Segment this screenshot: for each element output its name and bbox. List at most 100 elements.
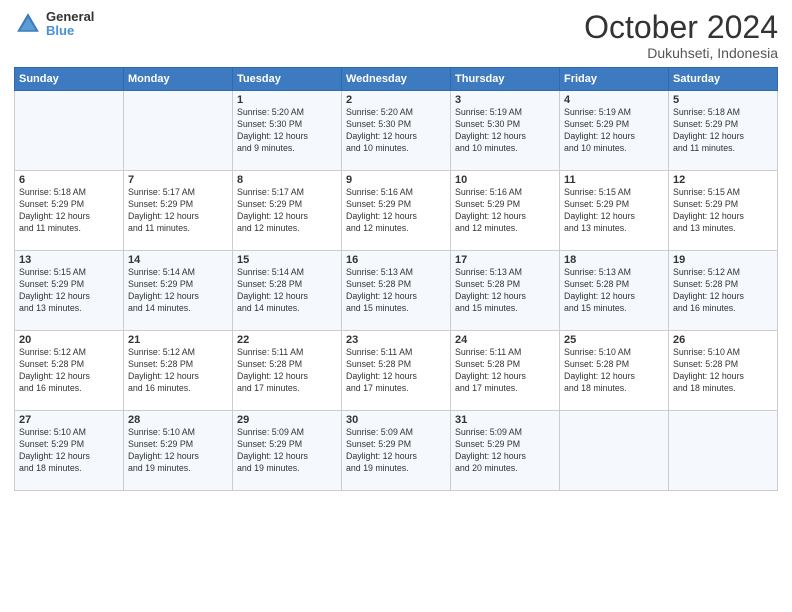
calendar-cell: 17Sunrise: 5:13 AM Sunset: 5:28 PM Dayli… <box>451 251 560 331</box>
day-info: Sunrise: 5:20 AM Sunset: 5:30 PM Dayligh… <box>237 107 337 155</box>
day-info: Sunrise: 5:13 AM Sunset: 5:28 PM Dayligh… <box>455 267 555 315</box>
calendar-body: 1Sunrise: 5:20 AM Sunset: 5:30 PM Daylig… <box>15 91 778 491</box>
calendar-cell: 16Sunrise: 5:13 AM Sunset: 5:28 PM Dayli… <box>342 251 451 331</box>
calendar-table: Sunday Monday Tuesday Wednesday Thursday… <box>14 67 778 491</box>
calendar-cell: 6Sunrise: 5:18 AM Sunset: 5:29 PM Daylig… <box>15 171 124 251</box>
day-number: 19 <box>673 254 773 266</box>
calendar-cell: 30Sunrise: 5:09 AM Sunset: 5:29 PM Dayli… <box>342 411 451 491</box>
calendar-subtitle: Dukuhseti, Indonesia <box>584 45 778 61</box>
day-info: Sunrise: 5:09 AM Sunset: 5:29 PM Dayligh… <box>455 427 555 475</box>
day-info: Sunrise: 5:10 AM Sunset: 5:28 PM Dayligh… <box>673 347 773 395</box>
calendar-cell: 2Sunrise: 5:20 AM Sunset: 5:30 PM Daylig… <box>342 91 451 171</box>
calendar-cell: 4Sunrise: 5:19 AM Sunset: 5:29 PM Daylig… <box>560 91 669 171</box>
calendar-cell: 13Sunrise: 5:15 AM Sunset: 5:29 PM Dayli… <box>15 251 124 331</box>
day-number: 17 <box>455 254 555 266</box>
day-number: 28 <box>128 414 228 426</box>
day-info: Sunrise: 5:16 AM Sunset: 5:29 PM Dayligh… <box>346 187 446 235</box>
calendar-cell: 20Sunrise: 5:12 AM Sunset: 5:28 PM Dayli… <box>15 331 124 411</box>
calendar-week-4: 20Sunrise: 5:12 AM Sunset: 5:28 PM Dayli… <box>15 331 778 411</box>
calendar-cell: 28Sunrise: 5:10 AM Sunset: 5:29 PM Dayli… <box>124 411 233 491</box>
calendar-cell <box>560 411 669 491</box>
header-tuesday: Tuesday <box>233 68 342 91</box>
calendar-cell: 27Sunrise: 5:10 AM Sunset: 5:29 PM Dayli… <box>15 411 124 491</box>
calendar-cell: 14Sunrise: 5:14 AM Sunset: 5:29 PM Dayli… <box>124 251 233 331</box>
header-row: Sunday Monday Tuesday Wednesday Thursday… <box>15 68 778 91</box>
logo-text: General Blue <box>46 10 94 39</box>
day-info: Sunrise: 5:12 AM Sunset: 5:28 PM Dayligh… <box>19 347 119 395</box>
day-info: Sunrise: 5:17 AM Sunset: 5:29 PM Dayligh… <box>128 187 228 235</box>
day-number: 8 <box>237 174 337 186</box>
day-number: 9 <box>346 174 446 186</box>
day-info: Sunrise: 5:11 AM Sunset: 5:28 PM Dayligh… <box>346 347 446 395</box>
day-info: Sunrise: 5:13 AM Sunset: 5:28 PM Dayligh… <box>346 267 446 315</box>
day-number: 22 <box>237 334 337 346</box>
calendar-week-1: 1Sunrise: 5:20 AM Sunset: 5:30 PM Daylig… <box>15 91 778 171</box>
day-number: 2 <box>346 94 446 106</box>
day-number: 24 <box>455 334 555 346</box>
day-info: Sunrise: 5:11 AM Sunset: 5:28 PM Dayligh… <box>455 347 555 395</box>
day-number: 23 <box>346 334 446 346</box>
day-info: Sunrise: 5:10 AM Sunset: 5:29 PM Dayligh… <box>128 427 228 475</box>
header-saturday: Saturday <box>669 68 778 91</box>
day-number: 13 <box>19 254 119 266</box>
calendar-cell: 18Sunrise: 5:13 AM Sunset: 5:28 PM Dayli… <box>560 251 669 331</box>
logo-line1: General <box>46 10 94 24</box>
day-info: Sunrise: 5:09 AM Sunset: 5:29 PM Dayligh… <box>237 427 337 475</box>
calendar-cell: 9Sunrise: 5:16 AM Sunset: 5:29 PM Daylig… <box>342 171 451 251</box>
day-info: Sunrise: 5:17 AM Sunset: 5:29 PM Dayligh… <box>237 187 337 235</box>
calendar-cell: 7Sunrise: 5:17 AM Sunset: 5:29 PM Daylig… <box>124 171 233 251</box>
day-number: 1 <box>237 94 337 106</box>
calendar-cell: 23Sunrise: 5:11 AM Sunset: 5:28 PM Dayli… <box>342 331 451 411</box>
title-block: October 2024 Dukuhseti, Indonesia <box>584 10 778 61</box>
day-info: Sunrise: 5:15 AM Sunset: 5:29 PM Dayligh… <box>673 187 773 235</box>
header-wednesday: Wednesday <box>342 68 451 91</box>
calendar-cell: 8Sunrise: 5:17 AM Sunset: 5:29 PM Daylig… <box>233 171 342 251</box>
day-number: 12 <box>673 174 773 186</box>
calendar-cell: 11Sunrise: 5:15 AM Sunset: 5:29 PM Dayli… <box>560 171 669 251</box>
calendar-week-3: 13Sunrise: 5:15 AM Sunset: 5:29 PM Dayli… <box>15 251 778 331</box>
day-info: Sunrise: 5:18 AM Sunset: 5:29 PM Dayligh… <box>673 107 773 155</box>
day-number: 27 <box>19 414 119 426</box>
day-info: Sunrise: 5:19 AM Sunset: 5:29 PM Dayligh… <box>564 107 664 155</box>
day-info: Sunrise: 5:12 AM Sunset: 5:28 PM Dayligh… <box>673 267 773 315</box>
header-friday: Friday <box>560 68 669 91</box>
day-info: Sunrise: 5:10 AM Sunset: 5:29 PM Dayligh… <box>19 427 119 475</box>
calendar-cell: 10Sunrise: 5:16 AM Sunset: 5:29 PM Dayli… <box>451 171 560 251</box>
day-info: Sunrise: 5:18 AM Sunset: 5:29 PM Dayligh… <box>19 187 119 235</box>
day-number: 11 <box>564 174 664 186</box>
calendar-cell <box>669 411 778 491</box>
calendar-week-5: 27Sunrise: 5:10 AM Sunset: 5:29 PM Dayli… <box>15 411 778 491</box>
calendar-cell: 19Sunrise: 5:12 AM Sunset: 5:28 PM Dayli… <box>669 251 778 331</box>
calendar-cell: 12Sunrise: 5:15 AM Sunset: 5:29 PM Dayli… <box>669 171 778 251</box>
day-number: 21 <box>128 334 228 346</box>
header-sunday: Sunday <box>15 68 124 91</box>
day-number: 31 <box>455 414 555 426</box>
day-number: 7 <box>128 174 228 186</box>
logo: General Blue <box>14 10 94 39</box>
calendar-cell: 31Sunrise: 5:09 AM Sunset: 5:29 PM Dayli… <box>451 411 560 491</box>
day-number: 16 <box>346 254 446 266</box>
day-number: 30 <box>346 414 446 426</box>
calendar-title: October 2024 <box>584 10 778 45</box>
calendar-cell: 29Sunrise: 5:09 AM Sunset: 5:29 PM Dayli… <box>233 411 342 491</box>
calendar-cell: 21Sunrise: 5:12 AM Sunset: 5:28 PM Dayli… <box>124 331 233 411</box>
day-info: Sunrise: 5:15 AM Sunset: 5:29 PM Dayligh… <box>564 187 664 235</box>
day-number: 14 <box>128 254 228 266</box>
day-number: 4 <box>564 94 664 106</box>
page: General Blue October 2024 Dukuhseti, Ind… <box>0 0 792 612</box>
day-info: Sunrise: 5:15 AM Sunset: 5:29 PM Dayligh… <box>19 267 119 315</box>
day-number: 26 <box>673 334 773 346</box>
logo-line2: Blue <box>46 24 94 38</box>
day-number: 18 <box>564 254 664 266</box>
calendar-cell: 26Sunrise: 5:10 AM Sunset: 5:28 PM Dayli… <box>669 331 778 411</box>
day-info: Sunrise: 5:09 AM Sunset: 5:29 PM Dayligh… <box>346 427 446 475</box>
day-info: Sunrise: 5:14 AM Sunset: 5:28 PM Dayligh… <box>237 267 337 315</box>
day-info: Sunrise: 5:13 AM Sunset: 5:28 PM Dayligh… <box>564 267 664 315</box>
day-number: 3 <box>455 94 555 106</box>
calendar-week-2: 6Sunrise: 5:18 AM Sunset: 5:29 PM Daylig… <box>15 171 778 251</box>
logo-icon <box>14 10 42 38</box>
header-monday: Monday <box>124 68 233 91</box>
calendar-cell <box>124 91 233 171</box>
day-number: 25 <box>564 334 664 346</box>
day-info: Sunrise: 5:12 AM Sunset: 5:28 PM Dayligh… <box>128 347 228 395</box>
